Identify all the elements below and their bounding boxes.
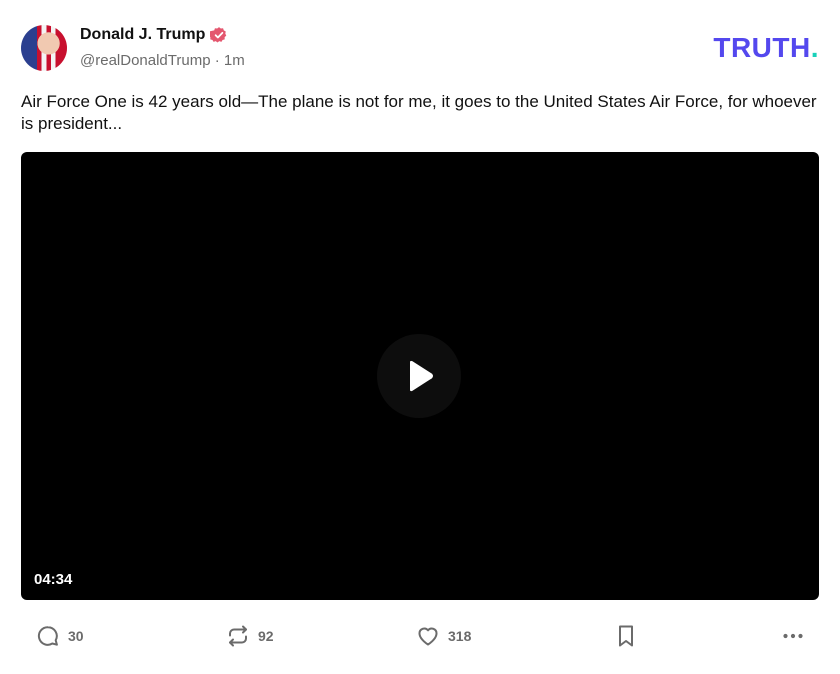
display-name[interactable]: Donald J. Trump bbox=[80, 26, 205, 44]
name-row: Donald J. Trump bbox=[80, 26, 228, 44]
video-duration: 04:34 bbox=[34, 571, 73, 588]
post-actions: 30 92 318 bbox=[21, 620, 819, 652]
post-time[interactable]: 1m bbox=[224, 52, 245, 69]
post-text: Air Force One is 42 years old—The plane … bbox=[21, 92, 817, 133]
bookmark-button[interactable] bbox=[615, 620, 637, 652]
verified-badge-icon bbox=[209, 26, 228, 44]
handle[interactable]: @realDonaldTrump bbox=[80, 52, 211, 69]
heart-icon bbox=[418, 627, 438, 646]
avatar[interactable] bbox=[21, 25, 67, 71]
reply-button[interactable]: 30 bbox=[36, 620, 84, 652]
more-button[interactable] bbox=[781, 620, 805, 652]
reply-icon bbox=[37, 626, 58, 646]
retruth-button[interactable]: 92 bbox=[226, 620, 274, 652]
post-meta: @realDonaldTrump · 1m bbox=[80, 52, 245, 69]
truth-logo[interactable]: TRUTH. bbox=[713, 32, 819, 64]
logo-text: TRUTH bbox=[713, 32, 811, 63]
retruth-count: 92 bbox=[258, 628, 274, 644]
video-player[interactable]: 04:34 bbox=[21, 152, 819, 600]
logo-dot: . bbox=[810, 32, 819, 63]
post-header: Donald J. Trump @realDonaldTrump · 1m TR… bbox=[21, 25, 819, 73]
retruth-icon bbox=[229, 625, 247, 647]
like-count: 318 bbox=[448, 628, 472, 644]
like-button[interactable]: 318 bbox=[416, 620, 471, 652]
reply-count: 30 bbox=[68, 628, 84, 644]
play-button[interactable] bbox=[377, 334, 461, 418]
meta-separator: · bbox=[214, 52, 220, 69]
play-icon bbox=[410, 360, 433, 392]
bookmark-icon bbox=[619, 625, 633, 647]
more-icon bbox=[783, 633, 803, 639]
